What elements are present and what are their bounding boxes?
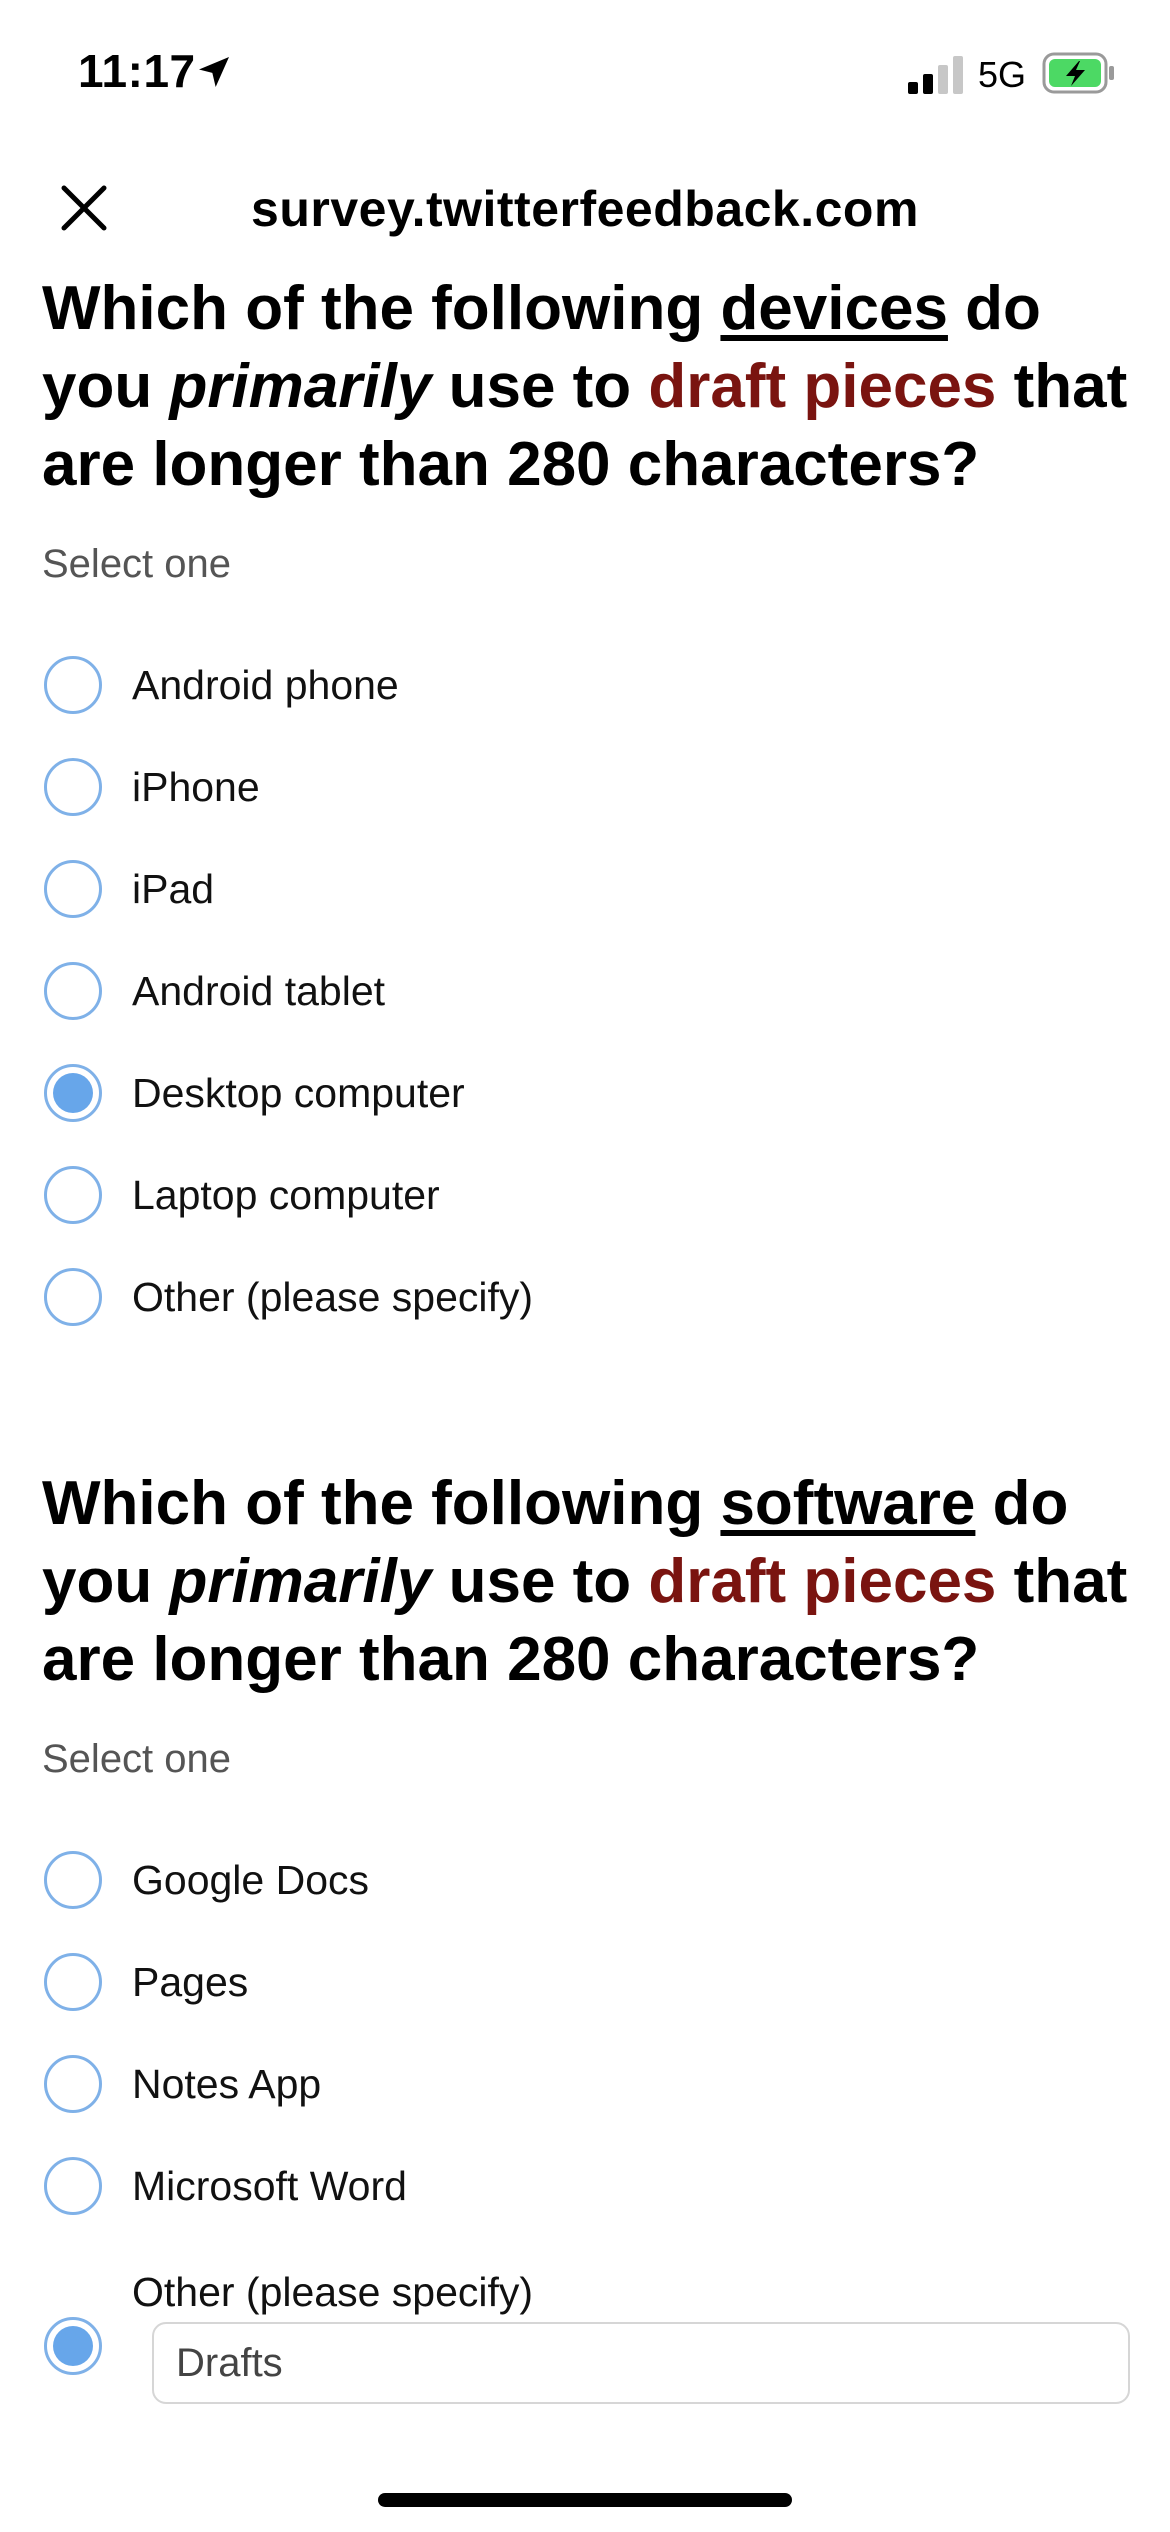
location-arrow-icon (199, 57, 229, 87)
radio-button[interactable] (44, 962, 102, 1020)
question-highlight: draft pieces (648, 1547, 997, 1616)
question-text: Which of the following (42, 1469, 721, 1538)
home-indicator[interactable] (378, 2493, 792, 2507)
option-android-phone[interactable]: Android phone (42, 650, 1142, 730)
option-label: Desktop computer (132, 1070, 465, 1116)
radio-button[interactable] (44, 2055, 102, 2113)
radio-button[interactable] (44, 1166, 102, 1224)
page-url-title: survey.twitterfeedback.com (251, 181, 919, 237)
option-android-tablet[interactable]: Android tablet (42, 956, 1142, 1036)
option-label: Laptop computer (132, 1172, 440, 1218)
option-label: Other (please specify) (132, 2269, 534, 2315)
radio-button[interactable] (44, 1268, 102, 1326)
radio-button[interactable] (44, 656, 102, 714)
other-specify-input[interactable] (152, 2322, 1130, 2404)
option-label: Android phone (132, 662, 399, 708)
question-highlight: draft pieces (648, 352, 997, 421)
question-devices: Which of the following devices do you pr… (42, 270, 1142, 504)
option-laptop-computer[interactable]: Laptop computer (42, 1160, 1142, 1240)
option-other[interactable]: Other (please specify) (42, 1262, 1142, 1342)
question-text: use to (431, 352, 649, 421)
question-emphasis: primarily (169, 1547, 432, 1616)
radio-button[interactable] (44, 758, 102, 816)
select-one-hint: Select one (42, 1737, 232, 1781)
option-label: iPhone (132, 764, 260, 810)
option-label: Pages (132, 1959, 249, 2005)
option-google-docs[interactable]: Google Docs (42, 1845, 1142, 1925)
question-text: Which of the following (42, 274, 721, 343)
battery-charging-icon (1042, 52, 1114, 94)
option-label: iPad (132, 866, 215, 912)
radio-button[interactable] (44, 1851, 102, 1909)
question-keyword: devices (720, 274, 948, 343)
question-text: use to (431, 1547, 649, 1616)
radio-button[interactable] (44, 860, 102, 918)
option-label: Other (please specify) (132, 1274, 534, 1320)
network-type: 5G (978, 54, 1027, 95)
option-label: Microsoft Word (132, 2163, 407, 2209)
question-emphasis: primarily (169, 352, 432, 421)
option-label: Notes App (132, 2061, 322, 2107)
option-label: Google Docs (132, 1857, 370, 1903)
status-time: 11:17 (78, 45, 196, 97)
radio-button-selected[interactable] (44, 2317, 102, 2375)
radio-button[interactable] (44, 2157, 102, 2215)
option-notes-app[interactable]: Notes App (42, 2049, 1142, 2129)
select-one-hint: Select one (42, 542, 232, 586)
radio-button-selected[interactable] (44, 1064, 102, 1122)
question-software: Which of the following software do you p… (42, 1465, 1142, 1699)
question-keyword: software (720, 1469, 976, 1538)
option-microsoft-word[interactable]: Microsoft Word (42, 2151, 1142, 2231)
option-ipad[interactable]: iPad (42, 854, 1142, 934)
status-bar: 11:17 5G (0, 0, 1170, 150)
option-label: Android tablet (132, 968, 386, 1014)
option-pages[interactable]: Pages (42, 1947, 1142, 2027)
cellular-signal-icon (908, 56, 963, 94)
radio-button[interactable] (44, 1953, 102, 2011)
option-iphone[interactable]: iPhone (42, 752, 1142, 832)
option-desktop-computer[interactable]: Desktop computer (42, 1058, 1142, 1138)
